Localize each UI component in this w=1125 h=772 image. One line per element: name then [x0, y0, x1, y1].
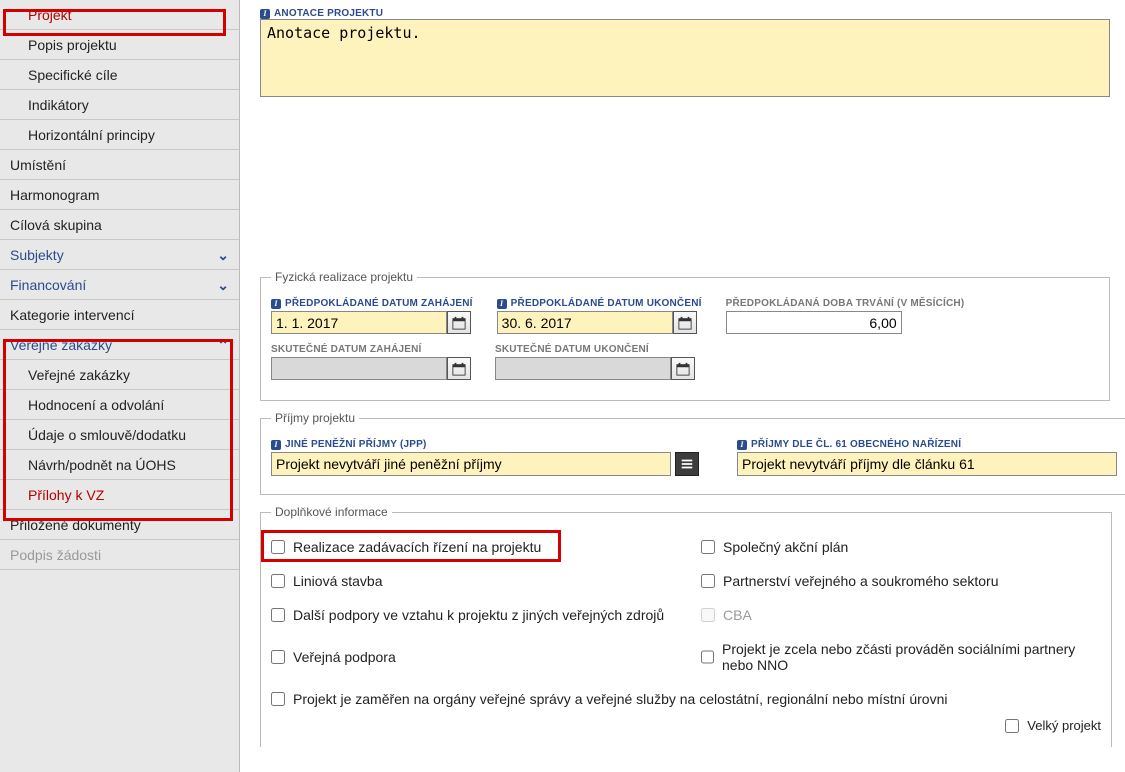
check-verejna-podpora[interactable]: Veřejná podpora: [271, 641, 701, 673]
income-legend: Příjmy projektu: [271, 411, 359, 425]
jpp-label: iJINÉ PENĚŽNÍ PŘÍJMY (JPP): [271, 439, 699, 450]
check-partnerstvi[interactable]: Partnerství veřejného a soukromého sekto…: [701, 573, 1101, 589]
income-fieldset: Příjmy projektu iJINÉ PENĚŽNÍ PŘÍJMY (JP…: [260, 411, 1125, 495]
nav-specificke-cile[interactable]: Specifické cíle: [0, 60, 239, 90]
nav-horizontalni-principy[interactable]: Horizontální principy: [0, 120, 239, 150]
nav-umisteni[interactable]: Umístění: [0, 150, 239, 180]
nav-podpis-zadosti: Podpis žádosti: [0, 540, 239, 570]
nav-prilohy-vz[interactable]: Přílohy k VZ: [0, 480, 239, 510]
realization-fieldset: Fyzická realizace projektu iPŘEDPOKLÁDAN…: [260, 270, 1110, 401]
check-organy-verejne-spravy[interactable]: Projekt je zaměřen na orgány veřejné spr…: [271, 691, 1011, 707]
nav-kategorie-intervenci[interactable]: Kategorie intervencí: [0, 300, 239, 330]
nav-harmonogram[interactable]: Harmonogram: [0, 180, 239, 210]
info-icon: i: [271, 440, 281, 450]
list-button[interactable]: [675, 452, 699, 476]
duration-label: PŘEDPOKLÁDANÁ DOBA TRVÁNÍ (V MĚSÍCÍCH): [726, 298, 965, 309]
nav-verejne-zakazky-parent[interactable]: Veřejné zakázky⌃: [0, 330, 239, 360]
nav-popis-projektu[interactable]: Popis projektu: [0, 30, 239, 60]
info-icon: i: [260, 9, 270, 19]
calendar-button[interactable]: [673, 311, 697, 334]
check-realizace-zadavacich[interactable]: Realizace zadávacích řízení na projektu: [271, 539, 701, 555]
chevron-down-icon: ⌄: [217, 278, 229, 292]
nav-udaje-smlouve[interactable]: Údaje o smlouvě/dodatku: [0, 420, 239, 450]
nav-prilozene-dokumenty[interactable]: Přiložené dokumenty: [0, 510, 239, 540]
main-content: i ANOTACE PROJEKTU Fyzická realizace pro…: [240, 0, 1125, 772]
check-socialni-partnery[interactable]: Projekt je zcela nebo zčásti prováděn so…: [701, 641, 1101, 673]
calendar-button[interactable]: [447, 357, 471, 380]
realization-legend: Fyzická realizace projektu: [271, 270, 417, 284]
annotation-label: i ANOTACE PROJEKTU: [260, 8, 1125, 19]
check-liniova-stavba[interactable]: Liniová stavba: [271, 573, 701, 589]
info-icon: i: [737, 440, 747, 450]
duration-input: [726, 311, 902, 334]
actual-start-input[interactable]: [271, 357, 447, 380]
chevron-down-icon: ⌄: [217, 248, 229, 262]
check-dalsi-podpory[interactable]: Další podpory ve vztahu k projektu z jin…: [271, 607, 701, 623]
sidebar: Projekt Popis projektu Specifické cíle I…: [0, 0, 240, 772]
jpp-input[interactable]: [271, 452, 671, 476]
nav-indikatory[interactable]: Indikátory: [0, 90, 239, 120]
info-icon: i: [497, 299, 507, 309]
nav-financovani[interactable]: Financování⌄: [0, 270, 239, 300]
end-date-input[interactable]: [497, 311, 673, 334]
calendar-icon: [678, 316, 692, 330]
actual-end-input[interactable]: [495, 357, 671, 380]
calendar-icon: [452, 316, 466, 330]
start-date-label: iPŘEDPOKLÁDANÉ DATUM ZAHÁJENÍ: [271, 298, 473, 309]
calendar-button[interactable]: [671, 357, 695, 380]
calendar-button[interactable]: [447, 311, 471, 334]
actual-start-label: SKUTEČNÉ DATUM ZAHÁJENÍ: [271, 344, 471, 355]
calendar-icon: [676, 362, 690, 376]
art61-input[interactable]: [737, 452, 1117, 476]
additional-legend: Doplňkové informace: [271, 505, 392, 519]
nav-projekt[interactable]: Projekt: [0, 0, 239, 30]
check-velky-projekt[interactable]: Velký projekt: [1005, 718, 1101, 733]
check-spolecny-akcni-plan[interactable]: Společný akční plán: [701, 539, 1101, 555]
additional-fieldset: Doplňkové informace Realizace zadávacích…: [260, 505, 1112, 747]
nav-subjekty[interactable]: Subjekty⌄: [0, 240, 239, 270]
actual-end-label: SKUTEČNÉ DATUM UKONČENÍ: [495, 344, 695, 355]
start-date-input[interactable]: [271, 311, 447, 334]
nav-hodnoceni-odvolani[interactable]: Hodnocení a odvolání: [0, 390, 239, 420]
info-icon: i: [271, 299, 281, 309]
art61-label: iPŘÍJMY DLE ČL. 61 OBECNÉHO NAŘÍZENÍ: [737, 439, 1117, 450]
annotation-textarea[interactable]: [260, 19, 1110, 97]
end-date-label: iPŘEDPOKLÁDANÉ DATUM UKONČENÍ: [497, 298, 702, 309]
nav-verejne-zakazky[interactable]: Veřejné zakázky: [0, 360, 239, 390]
check-cba: CBA: [701, 607, 1101, 623]
nav-navrh-uohs[interactable]: Návrh/podnět na ÚOHS: [0, 450, 239, 480]
list-icon: [680, 457, 694, 471]
chevron-up-icon: ⌃: [217, 338, 229, 352]
calendar-icon: [452, 362, 466, 376]
nav-cilova-skupina[interactable]: Cílová skupina: [0, 210, 239, 240]
